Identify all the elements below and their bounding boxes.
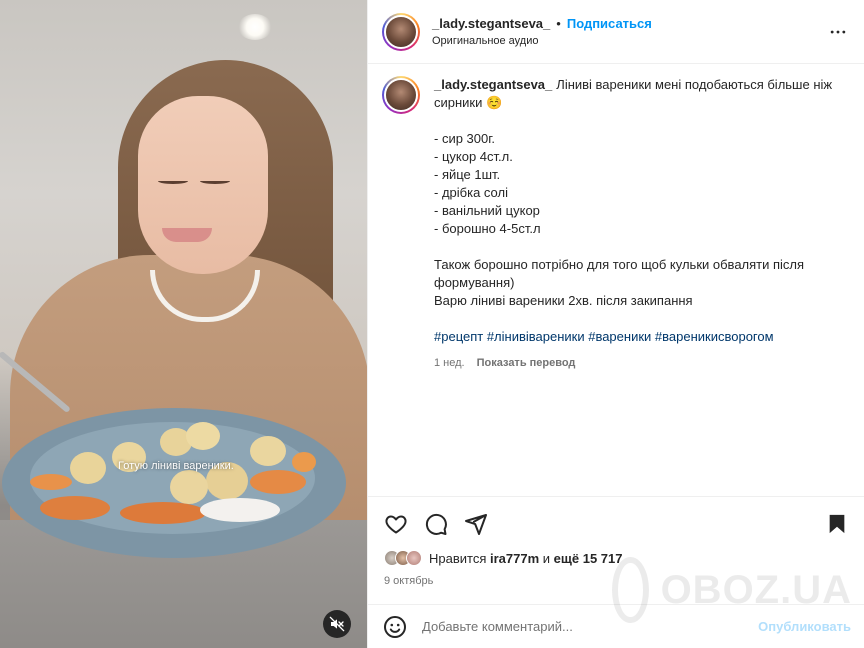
comment-input[interactable]: [422, 619, 759, 634]
comment-button[interactable]: [422, 510, 450, 538]
instagram-post-view: Готую ліниві вареники. _lady.stegantseva…: [0, 0, 864, 648]
peach-slice: [292, 452, 316, 472]
ingredient-item: - ванільний цукор: [434, 203, 540, 218]
heart-icon: [385, 515, 407, 533]
likes-prefix: Нравится: [429, 550, 487, 566]
caption-note: Також борошно потрібно для того щоб куль…: [434, 257, 805, 290]
cream: [200, 498, 280, 522]
ingredient-item: - дрібка солі: [434, 185, 508, 200]
share-button[interactable]: [462, 510, 490, 538]
ingredient-item: - цукор 4ст.л.: [434, 149, 513, 164]
video-player[interactable]: Готую ліниві вареники.: [0, 0, 367, 648]
comment-bubble-icon: [425, 513, 447, 535]
dumpling: [70, 452, 106, 484]
author-username[interactable]: _lady.stegantseva_: [432, 16, 550, 31]
caption-note: Варю ліниві вареники 2хв. після закипанн…: [434, 293, 693, 308]
hashtags[interactable]: #рецепт #лінивівареники #вареники #варен…: [434, 328, 834, 346]
send-icon: [465, 513, 487, 535]
left-eye: [158, 178, 188, 184]
mouth: [162, 228, 212, 242]
time-ago[interactable]: 1 нед.: [434, 354, 465, 372]
caption-intro-line: _lady.stegantseva_ Ліниві вареники мені п…: [434, 76, 834, 112]
add-comment-bar: Опубликовать: [368, 604, 864, 648]
mute-button[interactable]: [323, 610, 351, 638]
likes-text: Нравится ira777m и ещё 15 717: [429, 551, 622, 566]
smiley-icon: [384, 615, 406, 638]
author-avatar[interactable]: [382, 12, 420, 51]
header-text: _lady.stegantseva_ • Подписаться Оригина…: [432, 16, 826, 47]
caption-author-avatar[interactable]: [382, 76, 420, 114]
dumpling: [170, 470, 208, 504]
speaker-muted-icon: [329, 616, 345, 632]
caption-meta: 1 нед. Показать перевод: [434, 354, 834, 372]
liker-username[interactable]: ira777m: [490, 551, 539, 566]
comments-section: _lady.stegantseva_ Ліниві вареники мені п…: [368, 64, 864, 496]
emoji-button[interactable]: [382, 614, 408, 640]
likes-conjunction: и: [542, 550, 551, 566]
save-button[interactable]: [823, 510, 851, 538]
right-eye: [200, 178, 230, 184]
avatar-image: [384, 14, 418, 49]
dumpling: [186, 422, 220, 450]
post-header: _lady.stegantseva_ • Подписаться Оригина…: [368, 0, 864, 64]
peach-slice: [40, 496, 110, 520]
post-panel: _lady.stegantseva_ • Подписаться Оригина…: [367, 0, 864, 648]
peach-slice: [120, 502, 206, 524]
publish-button[interactable]: Опубликовать: [758, 619, 851, 634]
likes-row: Нравится ira777m и ещё 15 717: [384, 550, 622, 566]
ingredient-item: - борошно 4-5ст.л: [434, 221, 541, 236]
post-caption: _lady.stegantseva_ Ліниві вареники мені п…: [382, 76, 850, 372]
ingredient-item: - сир 300г.: [434, 131, 496, 146]
more-options-button[interactable]: [826, 20, 850, 44]
ceiling-light: [238, 14, 272, 40]
translate-button[interactable]: Показать перевод: [477, 354, 576, 372]
follow-button[interactable]: Подписаться: [567, 16, 652, 31]
separator-dot: •: [556, 16, 561, 31]
video-caption-overlay: Готую ліниві вареники.: [118, 460, 234, 472]
action-bar: [368, 496, 864, 550]
ingredient-item: - яйце 1шт.: [434, 167, 501, 182]
liker-avatar[interactable]: [406, 550, 422, 566]
avatar-image: [384, 78, 418, 112]
header-line: _lady.stegantseva_ • Подписаться: [432, 16, 826, 31]
bookmark-icon: [829, 514, 845, 533]
caption-body: _lady.stegantseva_ Ліниві вареники мені п…: [434, 76, 834, 372]
person-face: [138, 96, 268, 274]
like-button[interactable]: [382, 510, 410, 538]
dumpling: [250, 436, 286, 466]
caption-username[interactable]: _lady.stegantseva_: [434, 77, 552, 92]
more-horizontal-icon: [830, 30, 846, 33]
peach-slice: [30, 474, 72, 490]
likes-count[interactable]: ещё 15 717: [554, 551, 623, 566]
audio-link[interactable]: Оригинальное аудио: [432, 35, 826, 47]
post-date[interactable]: 9 октябрь: [384, 575, 433, 587]
peach-slice: [250, 470, 306, 494]
